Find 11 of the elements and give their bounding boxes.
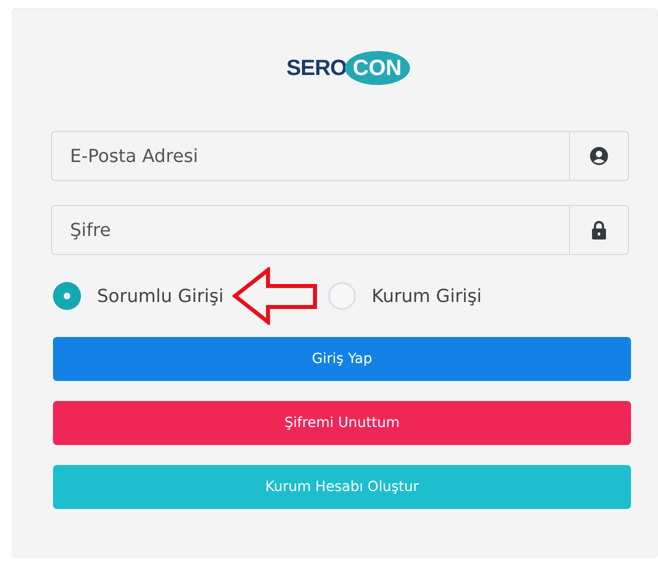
action-button[interactable]: Şifremi Unuttum bbox=[53, 401, 631, 445]
action-button[interactable]: Giriş Yap bbox=[53, 337, 631, 381]
radio-button[interactable] bbox=[328, 282, 356, 310]
user-icon bbox=[590, 147, 608, 165]
radio-option[interactable]: Sorumlu Girişi bbox=[53, 282, 224, 310]
radio-button[interactable] bbox=[53, 282, 81, 310]
action-button[interactable]: Kurum Hesabı Oluştur bbox=[53, 465, 631, 509]
logo-text: SERO bbox=[286, 55, 347, 81]
radio-option[interactable]: Kurum Girişi bbox=[328, 282, 482, 310]
logo-badge: CON bbox=[344, 51, 410, 85]
lock-icon bbox=[591, 220, 607, 240]
